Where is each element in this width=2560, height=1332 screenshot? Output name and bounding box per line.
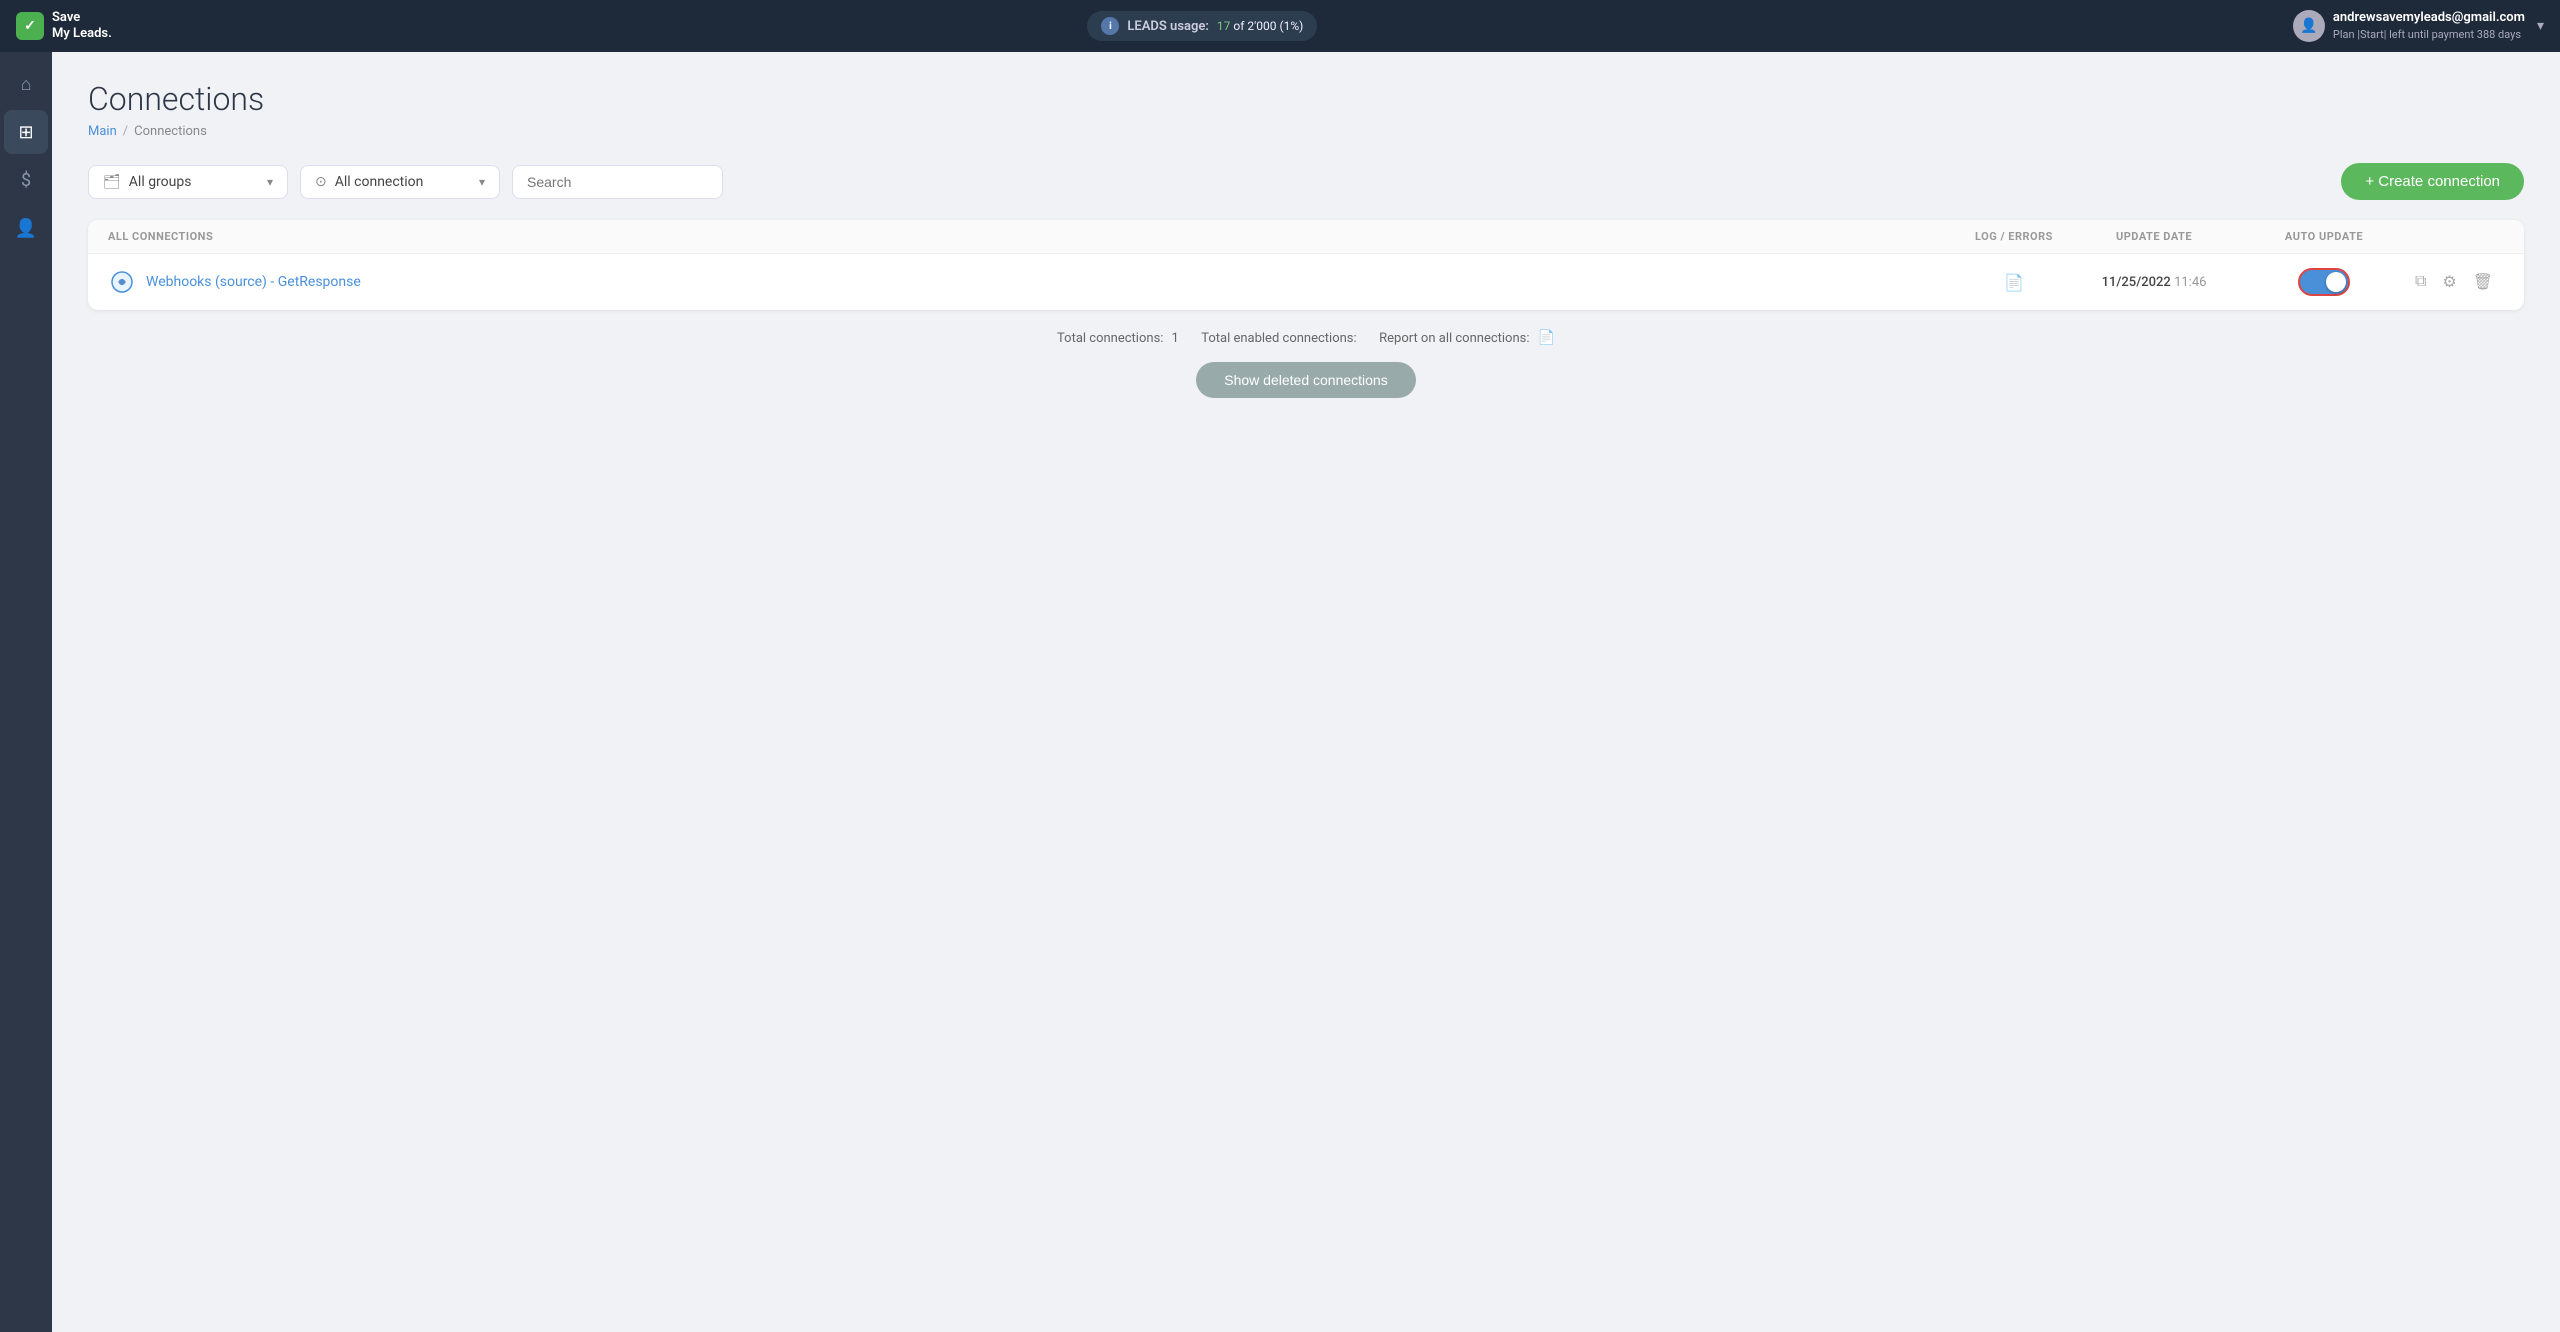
search-input[interactable] [527, 174, 708, 190]
duplicate-button[interactable]: ⧉ [2411, 269, 2430, 295]
col-log-errors: LOG / ERRORS [1964, 230, 2064, 243]
app-header: ✓ Save My Leads. i LEADS usage: 17 of 2'… [0, 0, 2560, 52]
connection-status-icon: ⊙ [315, 174, 327, 190]
home-icon: ⌂ [21, 74, 32, 95]
update-date: 11/25/2022 [2102, 275, 2171, 290]
toggle-track [2298, 268, 2350, 296]
logo-icon: ✓ [16, 12, 44, 40]
connection-filter-chevron: ▾ [479, 175, 485, 189]
leads-count: 17 of 2'000 (1%) [1217, 19, 1303, 33]
sidebar-item-home[interactable]: ⌂ [4, 62, 48, 106]
page-title: Connections [88, 80, 2524, 118]
user-plan: Plan |Start| left until payment 388 days [2333, 27, 2525, 42]
breadcrumb-main[interactable]: Main [88, 124, 117, 139]
search-box[interactable] [512, 165, 723, 199]
group-filter-chevron: ▾ [267, 175, 273, 189]
leads-label: LEADS usage: [1127, 19, 1209, 34]
create-connection-button[interactable]: + Create connection [2341, 163, 2524, 200]
table-header: ALL CONNECTIONS LOG / ERRORS UPDATE DATE… [88, 220, 2524, 254]
connections-icon: ⊞ [18, 122, 33, 143]
sidebar-item-account[interactable]: 👤 [4, 206, 48, 250]
group-filter[interactable]: 🗂 All groups ▾ [88, 165, 288, 199]
enabled-label: Total enabled connections: [1201, 331, 1356, 346]
leads-percent: (1%) [1279, 19, 1303, 33]
logo: ✓ Save My Leads. [16, 10, 112, 41]
col-update-date: UPDATE DATE [2064, 230, 2244, 243]
main-content: Connections Main / Connections 🗂 All gro… [52, 52, 2560, 1332]
group-filter-label: All groups [129, 174, 192, 190]
cell-log: 📄 [1964, 273, 2064, 292]
connection-filter[interactable]: ⊙ All connection ▾ [300, 165, 500, 199]
connections-table: ALL CONNECTIONS LOG / ERRORS UPDATE DATE… [88, 220, 2524, 310]
breadcrumb: Main / Connections [88, 124, 2524, 139]
logo-text: Save My Leads. [52, 10, 112, 41]
header-left: ✓ Save My Leads. [16, 10, 112, 41]
col-all-connections: ALL CONNECTIONS [108, 230, 1964, 243]
col-auto-update: AUTO UPDATE [2244, 230, 2404, 243]
sidebar: ⌂ ⊞ $ 👤 [0, 52, 52, 1332]
breadcrumb-separator: / [123, 124, 128, 139]
leads-usage: i LEADS usage: 17 of 2'000 (1%) [1087, 11, 1317, 41]
header-chevron-icon[interactable]: ▾ [2537, 18, 2544, 34]
filters-bar: 🗂 All groups ▾ ⊙ All connection ▾ + Crea… [88, 163, 2524, 200]
footer-stats: Total connections: 1 Total enabled conne… [88, 330, 2524, 346]
user-info[interactable]: 👤 andrewsavemyleads@gmail.com Plan |Star… [2293, 9, 2525, 43]
app-body: ⌂ ⊞ $ 👤 Connections Main / Connections 🗂 [0, 52, 2560, 1332]
user-email: andrewsavemyleads@gmail.com [2333, 9, 2525, 27]
header-center: i LEADS usage: 17 of 2'000 (1%) [1087, 11, 1317, 41]
breadcrumb-current: Connections [134, 124, 207, 139]
cell-auto-update [2244, 268, 2404, 296]
toggle-thumb [2326, 272, 2346, 292]
update-time-value: 11:46 [2174, 275, 2206, 290]
leads-current: 17 [1217, 19, 1231, 33]
info-icon: i [1101, 17, 1119, 35]
total-value: 1 [1171, 331, 1178, 346]
billing-icon: $ [21, 170, 31, 191]
connection-name[interactable]: Webhooks (source) - GetResponse [146, 274, 1964, 290]
show-deleted-button[interactable]: Show deleted connections [1196, 362, 1415, 398]
sidebar-item-connections[interactable]: ⊞ [4, 110, 48, 154]
total-label: Total connections: [1057, 331, 1163, 346]
sidebar-nav: ⌂ ⊞ $ 👤 [0, 52, 52, 1332]
avatar: 👤 [2293, 10, 2325, 42]
connection-source-icon [108, 268, 136, 296]
table-row: Webhooks (source) - GetResponse 📄 11/25/… [88, 254, 2524, 310]
auto-update-toggle[interactable] [2298, 268, 2350, 296]
delete-button[interactable]: 🗑 [2469, 268, 2497, 296]
account-icon: 👤 [15, 218, 37, 239]
header-right: 👤 andrewsavemyleads@gmail.com Plan |Star… [2293, 9, 2544, 43]
cell-actions: ⧉ ⚙ 🗑 [2404, 268, 2504, 296]
settings-button[interactable]: ⚙ [2438, 268, 2460, 296]
connection-filter-label: All connection [335, 174, 424, 190]
user-details: andrewsavemyleads@gmail.com Plan |Start|… [2333, 9, 2525, 43]
report-icon[interactable]: 📄 [1538, 330, 1555, 346]
folder-icon: 🗂 [103, 174, 121, 190]
sidebar-item-billing[interactable]: $ [4, 158, 48, 202]
cell-update-date: 11/25/2022 11:46 [2064, 275, 2244, 290]
log-icon[interactable]: 📄 [2004, 273, 2024, 292]
leads-total: 2'000 [1247, 19, 1276, 33]
report-label: Report on all connections: [1379, 331, 1529, 346]
